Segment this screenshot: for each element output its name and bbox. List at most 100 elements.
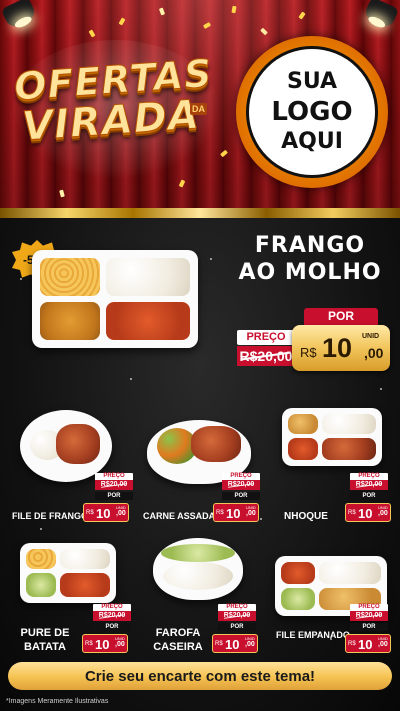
por-label: POR: [350, 492, 388, 500]
por-label: POR: [93, 623, 131, 631]
product-image-nhoque[interactable]: [282, 408, 382, 466]
por-label: POR: [95, 492, 133, 500]
product-new-price: R$ 10 UNID ,00: [345, 503, 391, 522]
price-label: PREÇO: [350, 473, 388, 480]
logo-text-2: LOGO: [271, 97, 353, 127]
food-rice: [322, 414, 376, 434]
price-label: PREÇO: [95, 473, 133, 480]
price-int: 10: [226, 506, 241, 521]
currency: R$: [348, 641, 356, 647]
price-label: PREÇO: [350, 604, 388, 611]
food-beef: [191, 426, 241, 462]
product-name: FAROFA CASEIRA: [148, 626, 208, 654]
currency: R$: [85, 641, 93, 647]
food-meat: [322, 438, 376, 460]
por-label: POR: [218, 623, 256, 631]
product-name-line-1: FAROFA: [155, 627, 201, 639]
product-old-price-box: PREÇO R$20,00 POR: [93, 604, 131, 631]
price-dec: ,00: [378, 641, 388, 648]
food-puree: [26, 573, 56, 597]
old-price: R$20,00: [218, 611, 256, 621]
food-gnocchi: [288, 438, 318, 460]
sparkle: [260, 518, 262, 520]
sparkle: [130, 378, 132, 380]
cta-label: Crie seu encarte com este tema!: [84, 667, 316, 685]
price-dec: ,00: [246, 510, 256, 517]
food-meat: [60, 573, 110, 597]
featured-product-image[interactable]: [32, 250, 198, 348]
price-int: 10: [358, 506, 373, 521]
price-dec: ,00: [245, 641, 255, 648]
currency: R$: [216, 510, 224, 516]
featured-unit: UNID: [362, 333, 380, 340]
sparkle: [40, 528, 42, 530]
price-int: 10: [358, 637, 373, 652]
old-price: R$20,00: [95, 480, 133, 490]
por-label: POR: [222, 492, 260, 500]
price-dec: ,00: [116, 510, 126, 517]
product-old-price-box: PREÇO R$20,00 POR: [222, 473, 260, 500]
food-bread: [288, 414, 318, 434]
featured-currency: R$: [300, 345, 317, 360]
featured-price-dec: ,00: [364, 345, 384, 361]
product-old-price-box: PREÇO R$20,00 POR: [350, 604, 388, 631]
logo-badge[interactable]: SUA LOGO AQUI: [236, 36, 388, 188]
price-label: PREÇO: [93, 604, 131, 611]
food-chicken: [56, 424, 100, 464]
product-name: FILE EMPANADO: [276, 630, 350, 640]
featured-por-label: POR: [304, 308, 378, 325]
product-name: PURE DE BATATA: [18, 626, 72, 654]
logo-text-3: AQUI: [281, 129, 343, 154]
featured-price-int: 10: [322, 333, 353, 363]
product-name: FILE DE FRANGO: [12, 511, 88, 521]
featured-name-line-1: FRANGO: [254, 233, 366, 258]
currency: R$: [348, 510, 356, 516]
price-dec: ,00: [115, 641, 125, 648]
product-name: CARNE ASSADA: [143, 511, 216, 521]
price-label: PREÇO: [222, 473, 260, 480]
food-farofa: [163, 562, 233, 590]
price-int: 10: [95, 637, 110, 652]
title-small: DA: [190, 103, 207, 115]
currency: R$: [215, 641, 223, 647]
old-price: R$20,00: [222, 480, 260, 490]
old-price: R$20,00: [350, 611, 388, 621]
featured-name-line-2: AO MOLHO: [238, 260, 382, 285]
featured-old-price: R$20,00: [237, 346, 295, 366]
product-image-pure-de-batata[interactable]: [20, 543, 116, 603]
product-new-price: R$ 10 UNID ,00: [212, 634, 258, 653]
product-new-price: R$ 10 UNID ,00: [82, 634, 128, 653]
food-sauce: [281, 562, 315, 584]
food-rice: [319, 562, 381, 584]
product-name-line-1: PURE DE: [20, 627, 70, 639]
old-price: R$20,00: [93, 611, 131, 621]
product-image-file-de-frango[interactable]: [20, 410, 112, 482]
food-rice: [106, 258, 190, 296]
logo-text-1: SUA: [286, 69, 338, 94]
product-image-farofa-caseira[interactable]: [153, 538, 243, 600]
gold-divider: [0, 208, 400, 218]
price-label: PREÇO: [218, 604, 256, 611]
food-salad: [161, 544, 235, 562]
product-new-price: R$ 10 UNID ,00: [83, 503, 129, 522]
product-name-line-2: BATATA: [24, 641, 66, 653]
food-farofa: [40, 302, 100, 340]
product-old-price-box: PREÇO R$20,00 POR: [350, 473, 388, 500]
old-price: R$20,00: [350, 480, 388, 490]
product-old-price-box: PREÇO R$20,00 POR: [95, 473, 133, 500]
create-flyer-button[interactable]: Crie seu encarte com este tema!: [8, 662, 392, 690]
product-new-price: R$ 10 UNID ,00: [213, 503, 259, 522]
price-int: 10: [225, 637, 240, 652]
price-dec: ,00: [378, 510, 388, 517]
featured-new-price: R$ 10 UNID ,00: [292, 325, 390, 371]
food-rice: [60, 549, 110, 569]
product-name: NHOQUE: [284, 511, 328, 522]
price-int: 10: [96, 506, 111, 521]
product-old-price-box: PREÇO R$20,00 POR: [218, 604, 256, 631]
food-mac: [40, 258, 100, 296]
logo-placeholder: SUA LOGO AQUI: [246, 46, 378, 178]
product-name-line-2: CASEIRA: [153, 641, 203, 653]
sparkle: [210, 258, 212, 260]
currency: R$: [86, 510, 94, 516]
disclaimer-text: *Imagens Meramente Ilustrativas: [6, 698, 109, 705]
